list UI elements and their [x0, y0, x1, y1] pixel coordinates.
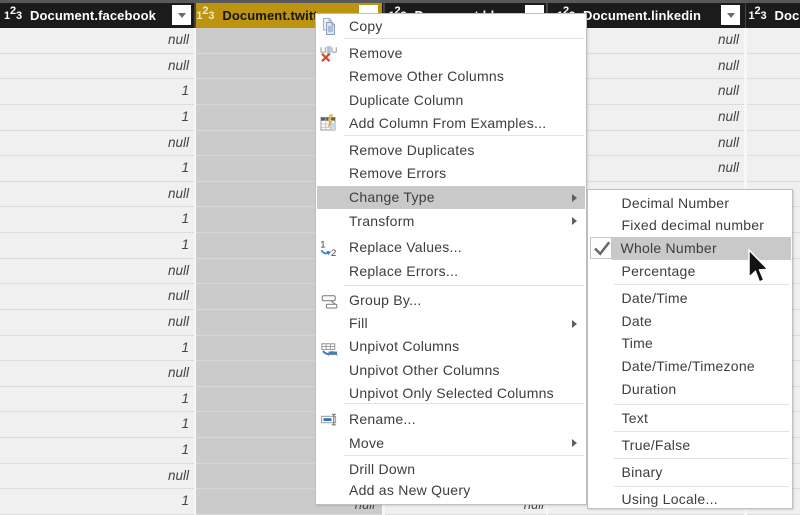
svg-text:2: 2: [331, 248, 337, 257]
svg-text:1: 1: [320, 240, 326, 251]
